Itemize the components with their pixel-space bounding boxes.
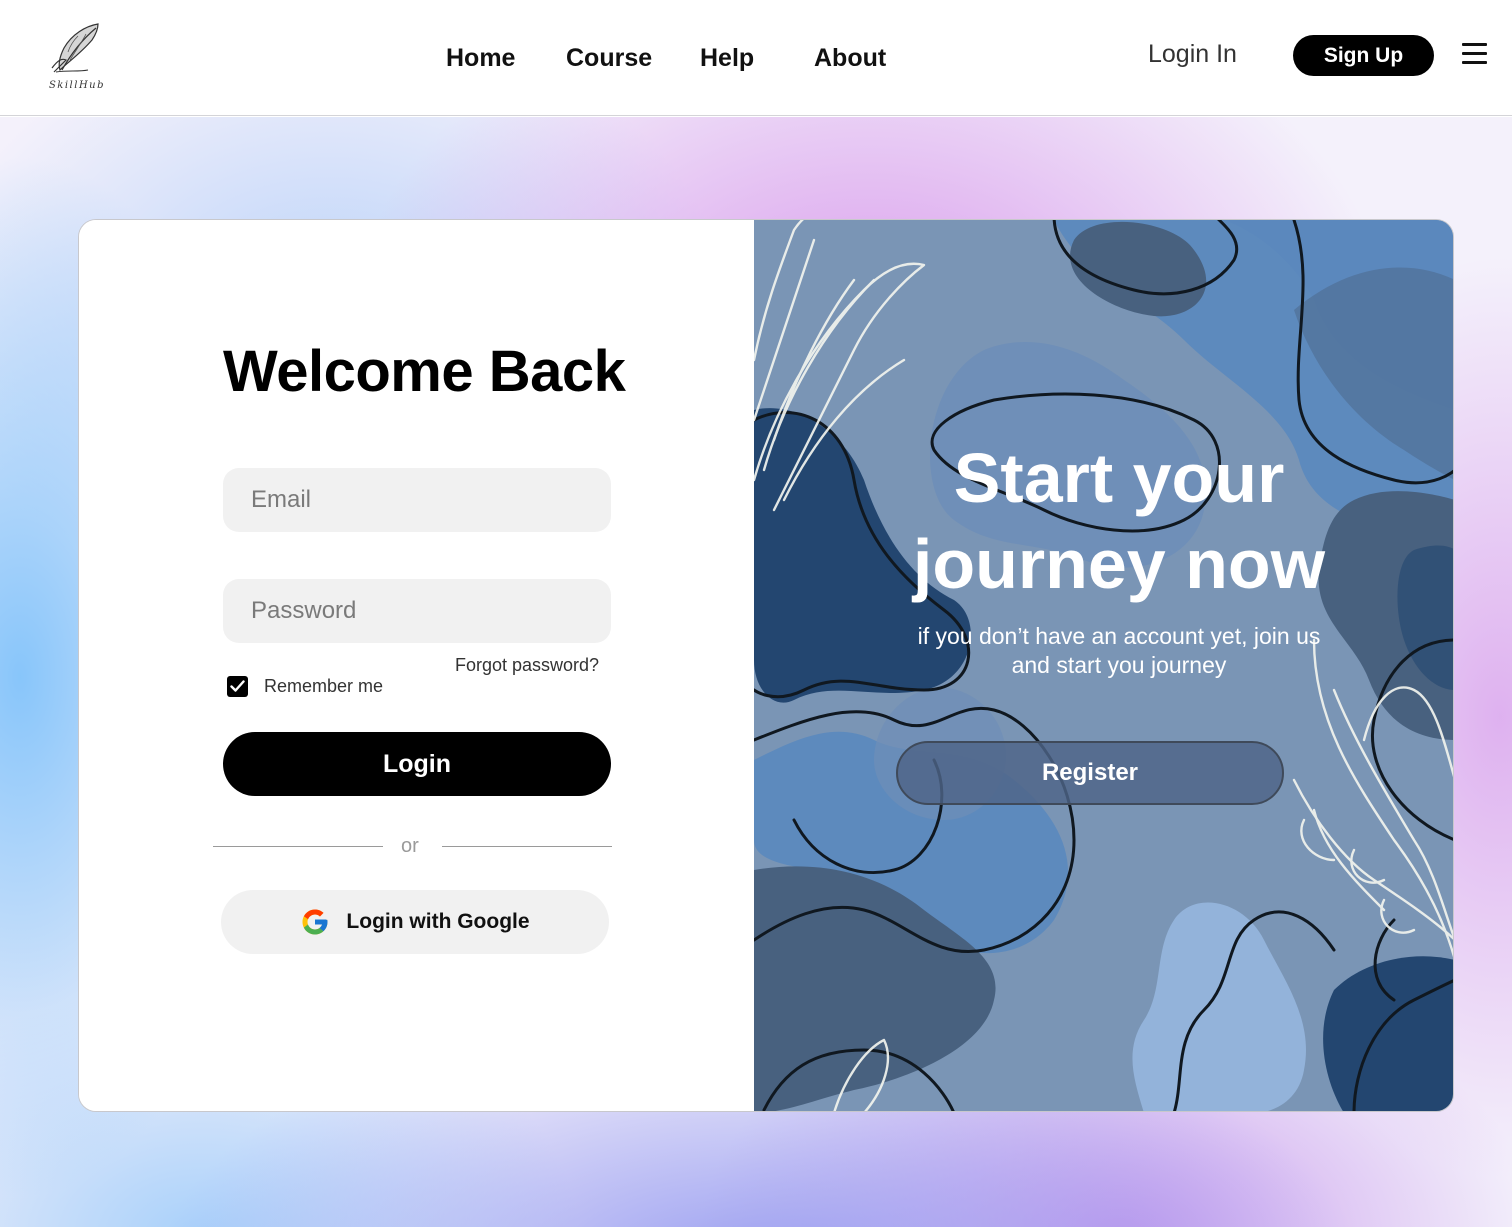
nav-course-link[interactable]: Course [566, 44, 652, 73]
login-card: Welcome Back Forgot password? Remember m… [78, 219, 1454, 1112]
promo-subtext-line2: and start you journey [1011, 652, 1227, 678]
menu-bar [1462, 52, 1487, 55]
checkmark-icon [230, 680, 245, 692]
google-login-button[interactable]: Login with Google [221, 890, 609, 954]
header-signup-button[interactable]: Sign Up [1293, 35, 1434, 76]
nav-about-link[interactable]: About [814, 44, 886, 73]
divider-right [442, 846, 612, 847]
remember-me-checkbox[interactable] [227, 676, 248, 697]
divider-or-text: or [401, 835, 419, 857]
header-login-link[interactable]: Login In [1148, 40, 1237, 69]
skillhub-logo[interactable]: SkillHub [44, 20, 110, 94]
logo-text: SkillHub [48, 80, 106, 91]
divider-left [213, 846, 383, 847]
login-form-panel: Welcome Back Forgot password? Remember m… [79, 220, 754, 1111]
password-input[interactable] [223, 579, 611, 643]
remember-me-control[interactable]: Remember me [227, 676, 383, 697]
nav-home-link[interactable]: Home [446, 44, 515, 73]
register-promo-panel: Start your journey now if you don’t have… [754, 220, 1453, 1111]
email-input[interactable] [223, 468, 611, 532]
top-navbar: SkillHub Home Course Help About Login In… [0, 0, 1512, 116]
welcome-title: Welcome Back [223, 339, 626, 404]
google-g-icon [302, 909, 328, 935]
promo-headline-line1: Start your [953, 439, 1285, 517]
nav-help-link[interactable]: Help [700, 44, 754, 73]
register-button[interactable]: Register [896, 741, 1284, 805]
login-button[interactable]: Login [223, 732, 611, 796]
menu-bar [1462, 43, 1487, 46]
feather-quill-icon [51, 23, 99, 73]
promo-subtext: if you don’t have an account yet, join u… [754, 622, 1453, 680]
remember-me-label: Remember me [264, 676, 384, 696]
menu-bar [1462, 61, 1487, 64]
hamburger-menu-icon[interactable] [1462, 43, 1488, 65]
promo-headline-line2: journey now [912, 525, 1326, 603]
promo-headline: Start your journey now [754, 435, 1453, 607]
google-login-label: Login with Google [346, 910, 530, 933]
forgot-password-link[interactable]: Forgot password? [455, 655, 599, 676]
promo-subtext-line1: if you don’t have an account yet, join u… [917, 623, 1321, 649]
